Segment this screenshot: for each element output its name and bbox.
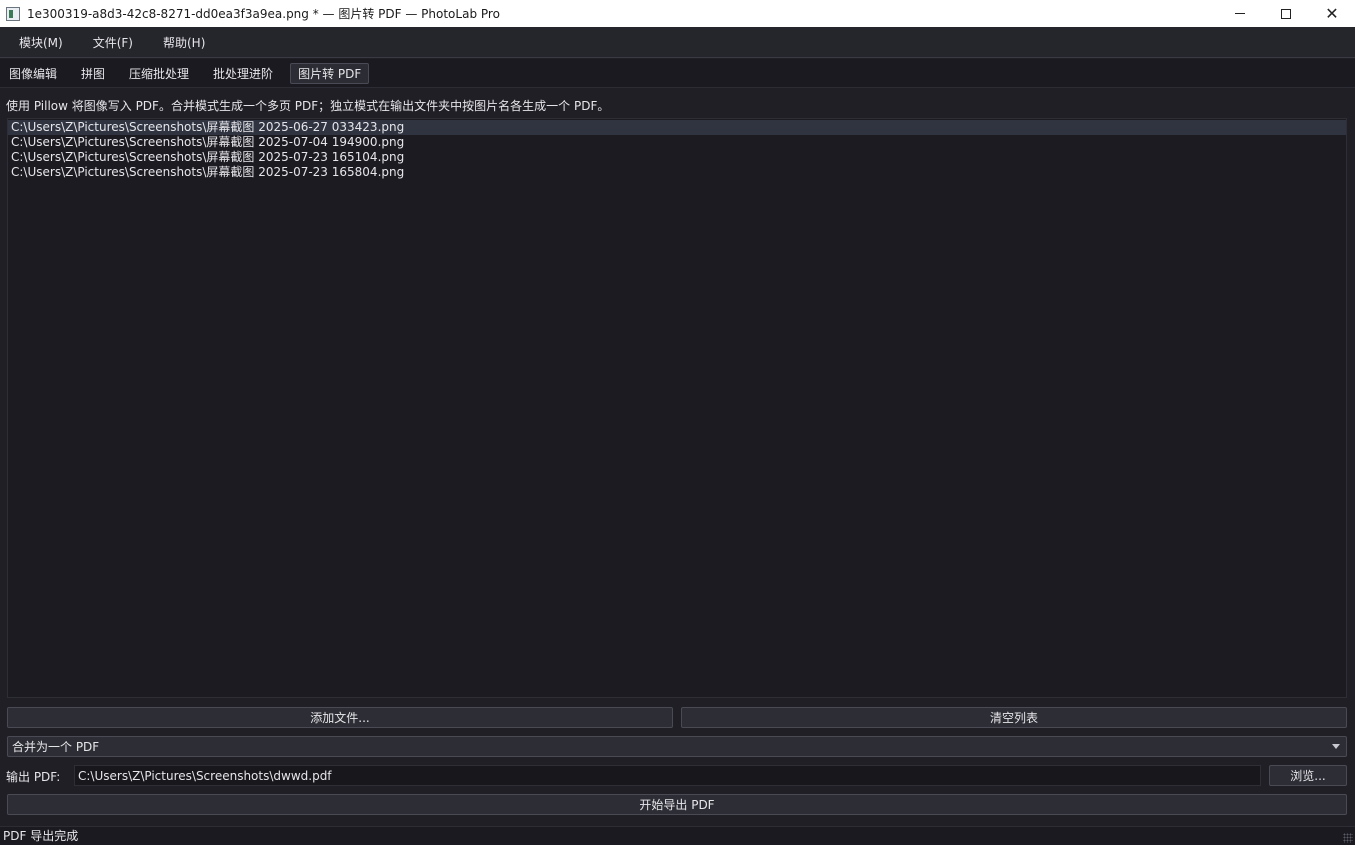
status-text: PDF 导出完成: [3, 829, 79, 843]
window-title: 1e300319-a8d3-42c8-8271-dd0ea3f3a9ea.png…: [27, 7, 500, 21]
maximize-button[interactable]: [1263, 0, 1309, 27]
tab-image-to-pdf[interactable]: 图片转 PDF: [290, 62, 370, 84]
description-text: 使用 Pillow 将图像写入 PDF。合并模式生成一个多页 PDF；独立模式在…: [6, 99, 610, 113]
menu-help[interactable]: 帮助(H): [144, 34, 205, 51]
list-item[interactable]: C:\Users\Z\Pictures\Screenshots\屏幕截图 202…: [8, 165, 1346, 180]
close-button[interactable]: ✕: [1309, 0, 1355, 27]
status-bar: PDF 导出完成: [0, 826, 1355, 845]
maximize-icon: [1281, 8, 1291, 19]
close-icon: ✕: [1325, 4, 1339, 23]
file-list[interactable]: C:\Users\Z\Pictures\Screenshots\屏幕截图 202…: [7, 118, 1347, 698]
list-item[interactable]: C:\Users\Z\Pictures\Screenshots\屏幕截图 202…: [8, 150, 1346, 165]
browse-button[interactable]: 浏览...: [1269, 765, 1347, 786]
chevron-down-icon: [1332, 744, 1340, 749]
mode-select-value: 合并为一个 PDF: [12, 740, 100, 754]
menu-bar: 模块(M) 文件(F) 帮助(H): [0, 27, 1355, 58]
minimize-icon: [1235, 13, 1245, 14]
title-bar: 1e300319-a8d3-42c8-8271-dd0ea3f3a9ea.png…: [0, 0, 1355, 27]
minimize-button[interactable]: [1217, 0, 1263, 27]
tab-advanced-batch[interactable]: 批处理进阶: [206, 63, 280, 84]
menu-module[interactable]: 模块(M): [0, 34, 63, 51]
tab-collage[interactable]: 拼图: [74, 63, 112, 84]
mode-select[interactable]: 合并为一个 PDF: [7, 736, 1347, 757]
list-item[interactable]: C:\Users\Z\Pictures\Screenshots\屏幕截图 202…: [8, 135, 1346, 150]
resize-grip-icon[interactable]: [1343, 833, 1353, 843]
tab-bar: 图像编辑 拼图 压缩批处理 批处理进阶 图片转 PDF: [0, 59, 1355, 88]
menu-file[interactable]: 文件(F): [74, 34, 133, 51]
add-files-button[interactable]: 添加文件...: [7, 707, 673, 728]
list-item[interactable]: C:\Users\Z\Pictures\Screenshots\屏幕截图 202…: [8, 120, 1346, 135]
output-pdf-input[interactable]: [74, 765, 1261, 786]
tab-compress-batch[interactable]: 压缩批处理: [122, 63, 196, 84]
window-controls: ✕: [1217, 0, 1355, 27]
clear-list-button[interactable]: 清空列表: [681, 707, 1347, 728]
start-export-button[interactable]: 开始导出 PDF: [7, 794, 1347, 815]
app-icon: [6, 6, 20, 21]
tab-image-edit[interactable]: 图像编辑: [2, 63, 64, 84]
output-pdf-label: 输出 PDF:: [6, 770, 61, 784]
